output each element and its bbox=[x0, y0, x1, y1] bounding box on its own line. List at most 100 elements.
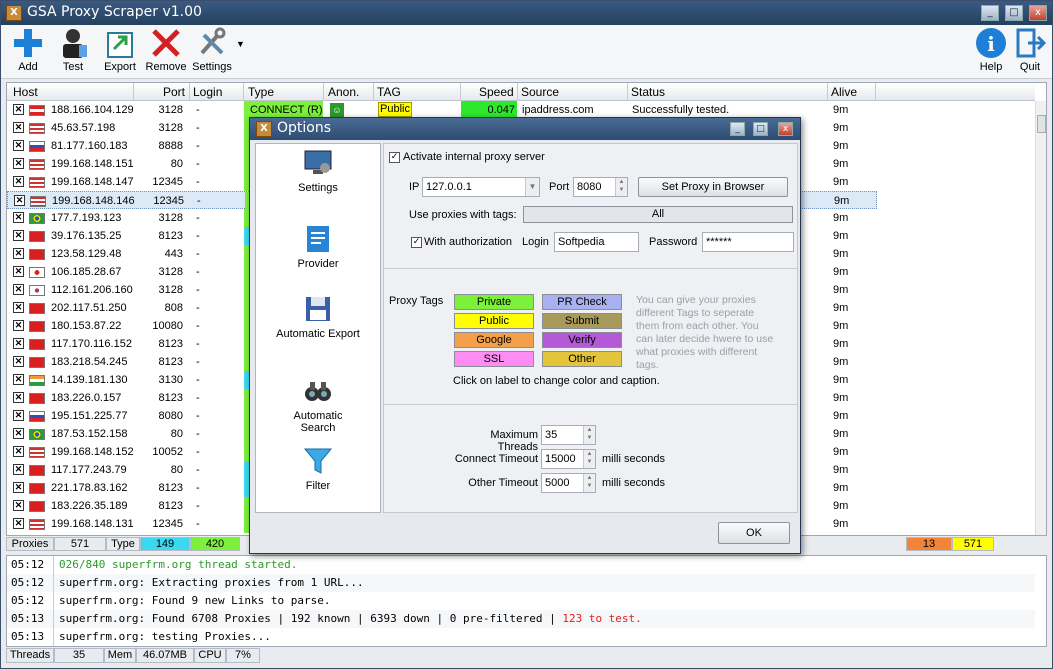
tag-button-verify[interactable]: Verify bbox=[542, 332, 622, 348]
row-checkbox[interactable]: ✕ bbox=[13, 464, 24, 475]
grid-header: Host Port Login Type Anon. TAG Speed Sou… bbox=[7, 83, 1035, 101]
row-checkbox[interactable]: ✕ bbox=[13, 410, 24, 421]
set-proxy-browser-button[interactable]: Set Proxy in Browser bbox=[638, 177, 788, 197]
row-checkbox[interactable]: ✕ bbox=[14, 195, 25, 206]
ip-input[interactable]: 127.0.0.1 ▼ bbox=[422, 177, 540, 197]
row-checkbox[interactable]: ✕ bbox=[13, 320, 24, 331]
with-authorization-label: With authorization bbox=[424, 236, 513, 248]
login-input[interactable]: Softpedia bbox=[554, 232, 639, 252]
host-cell: 183.218.54.245 bbox=[51, 356, 128, 368]
col-host[interactable]: Host bbox=[13, 85, 38, 99]
col-anon[interactable]: Anon. bbox=[328, 85, 359, 99]
close-button[interactable]: x bbox=[1029, 5, 1047, 21]
other-timeout-input[interactable]: 5000 ▲ ▼ bbox=[541, 473, 596, 493]
port-input[interactable]: 8080 ▲ ▼ bbox=[573, 177, 628, 197]
help-button[interactable]: i Help bbox=[973, 27, 1009, 73]
row-checkbox[interactable]: ✕ bbox=[13, 482, 24, 493]
connect-timeout-spinner[interactable]: ▲ ▼ bbox=[583, 450, 595, 468]
port-spinner[interactable]: ▲ ▼ bbox=[615, 178, 627, 196]
tag-button-other[interactable]: Other bbox=[542, 351, 622, 367]
log-message: superfrm.org: Extracting proxies from 1 … bbox=[59, 576, 364, 589]
maximize-button[interactable]: □ bbox=[1005, 5, 1023, 21]
sidebar-item-settings[interactable]: Settings bbox=[256, 148, 380, 194]
col-tag[interactable]: TAG bbox=[377, 85, 401, 99]
connect-timeout-input[interactable]: 15000 ▲ ▼ bbox=[541, 449, 596, 469]
col-login[interactable]: Login bbox=[193, 85, 222, 99]
sidebar-item-filter[interactable]: Filter bbox=[256, 446, 380, 492]
row-checkbox[interactable]: ✕ bbox=[13, 284, 24, 295]
add-button[interactable]: Add bbox=[9, 27, 47, 73]
log-line: 05:13 superfrm.org: testing Proxies... bbox=[7, 628, 1035, 646]
quit-button[interactable]: Quit bbox=[1013, 27, 1047, 73]
login-cell: - bbox=[196, 482, 200, 494]
log-message: 026/840 superfrm.org thread started. bbox=[59, 558, 297, 571]
col-alive[interactable]: Alive bbox=[831, 85, 857, 99]
host-cell: 195.151.225.77 bbox=[51, 410, 128, 422]
row-checkbox[interactable]: ✕ bbox=[13, 176, 24, 187]
with-authorization-checkbox[interactable]: ✓ bbox=[411, 237, 422, 248]
dialog-minimize-button[interactable]: _ bbox=[730, 122, 745, 136]
col-speed[interactable]: Speed bbox=[479, 85, 514, 99]
tag-button-private[interactable]: Private bbox=[454, 294, 534, 310]
export-button[interactable]: Export bbox=[101, 27, 139, 73]
sidebar-item-provider[interactable]: Provider bbox=[256, 224, 380, 270]
row-checkbox[interactable]: ✕ bbox=[13, 518, 24, 529]
scrollbar-thumb[interactable] bbox=[1037, 115, 1046, 133]
row-checkbox[interactable]: ✕ bbox=[13, 248, 24, 259]
settings-dropdown-arrow[interactable]: ▼ bbox=[236, 39, 245, 49]
alive-cell: 9m bbox=[833, 338, 849, 350]
row-checkbox[interactable]: ✕ bbox=[13, 374, 24, 385]
col-type[interactable]: Type bbox=[248, 85, 274, 99]
col-port[interactable]: Port bbox=[163, 85, 185, 99]
max-threads-input[interactable]: 35 ▲ ▼ bbox=[541, 425, 596, 445]
ok-button[interactable]: OK bbox=[718, 522, 790, 544]
dialog-maximize-button[interactable]: □ bbox=[753, 122, 768, 136]
row-checkbox[interactable]: ✕ bbox=[13, 140, 24, 151]
password-input[interactable]: ****** bbox=[702, 232, 794, 252]
sidebar-item-automatic-export[interactable]: Automatic Export bbox=[256, 294, 380, 340]
test-button[interactable]: Test bbox=[53, 27, 93, 73]
country-flag-icon bbox=[29, 375, 45, 386]
row-checkbox[interactable]: ✕ bbox=[13, 230, 24, 241]
row-checkbox[interactable]: ✕ bbox=[13, 500, 24, 511]
host-cell: 177.7.193.123 bbox=[51, 212, 122, 224]
tag-button-pr-check[interactable]: PR Check bbox=[542, 294, 622, 310]
row-checkbox[interactable]: ✕ bbox=[13, 428, 24, 439]
connect-timeout-unit: milli seconds bbox=[602, 453, 665, 465]
col-status[interactable]: Status bbox=[631, 85, 665, 99]
tag-button-google[interactable]: Google bbox=[454, 332, 534, 348]
proxy-tags-label: Proxy Tags bbox=[389, 295, 444, 307]
remove-button[interactable]: Remove bbox=[144, 27, 188, 73]
tag-button-ssl[interactable]: SSL bbox=[454, 351, 534, 367]
row-checkbox[interactable]: ✕ bbox=[13, 212, 24, 223]
sidebar-item-automatic-search[interactable]: Automatic Search bbox=[256, 376, 380, 434]
row-checkbox[interactable]: ✕ bbox=[13, 122, 24, 133]
dialog-close-button[interactable]: x bbox=[778, 122, 793, 136]
row-checkbox[interactable]: ✕ bbox=[13, 302, 24, 313]
col-source[interactable]: Source bbox=[521, 85, 559, 99]
tag-button-public[interactable]: Public bbox=[454, 313, 534, 329]
toolbar: Add Test Export Remove Settings ▼ i Help… bbox=[1, 25, 1052, 79]
tag-button-submit[interactable]: Submit bbox=[542, 313, 622, 329]
activate-proxy-checkbox[interactable]: ✓ bbox=[389, 152, 400, 163]
row-checkbox[interactable]: ✕ bbox=[13, 392, 24, 403]
ip-value: 127.0.0.1 bbox=[426, 181, 472, 193]
settings-button[interactable]: Settings bbox=[190, 27, 234, 73]
row-checkbox[interactable]: ✕ bbox=[13, 446, 24, 457]
alive-cell: 9m bbox=[833, 446, 849, 458]
use-tags-selector[interactable]: All bbox=[523, 206, 793, 223]
vertical-scrollbar[interactable] bbox=[1035, 101, 1046, 535]
row-checkbox[interactable]: ✕ bbox=[13, 158, 24, 169]
country-flag-icon bbox=[29, 141, 45, 152]
row-checkbox[interactable]: ✕ bbox=[13, 266, 24, 277]
other-timeout-spinner[interactable]: ▲ ▼ bbox=[583, 474, 595, 492]
minimize-button[interactable]: _ bbox=[981, 5, 999, 21]
alive-cell: 9m bbox=[833, 428, 849, 440]
row-checkbox[interactable]: ✕ bbox=[13, 356, 24, 367]
max-threads-spinner[interactable]: ▲ ▼ bbox=[583, 426, 595, 444]
ip-dropdown-icon[interactable]: ▼ bbox=[525, 178, 539, 196]
row-checkbox[interactable]: ✕ bbox=[13, 104, 24, 115]
log-panel[interactable]: 05:12 026/840 superfrm.org thread started… bbox=[6, 555, 1047, 647]
row-checkbox[interactable]: ✕ bbox=[13, 338, 24, 349]
source-cell: ipaddress.com bbox=[522, 104, 594, 116]
